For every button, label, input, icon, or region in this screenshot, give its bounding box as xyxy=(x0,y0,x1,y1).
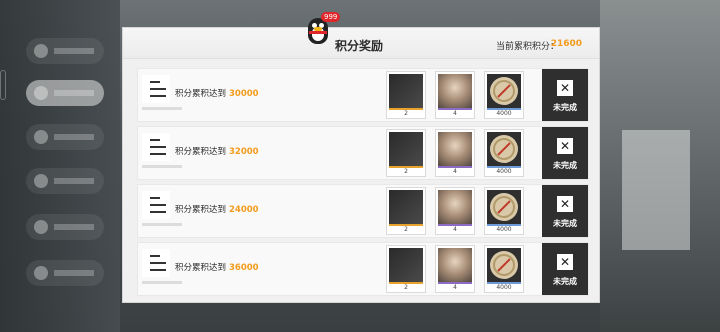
reward-count: 4 xyxy=(453,168,457,175)
close-icon: ✕ xyxy=(557,138,573,154)
status-label: 未完成 xyxy=(553,161,577,170)
reward-count: 2 xyxy=(404,284,408,291)
reward-item-pen[interactable]: 2 xyxy=(386,187,426,235)
reward-count: 2 xyxy=(404,110,408,117)
close-icon: ✕ xyxy=(557,80,573,96)
reward-count: 4000 xyxy=(496,168,512,175)
row-decoration xyxy=(142,165,182,168)
reward-count: 2 xyxy=(404,168,408,175)
row-label: 积分累积达到 32000 xyxy=(175,147,259,157)
background-menu-item xyxy=(26,260,104,286)
points-reward-panel: 积分奖励 当前累积积分： 21600 积分累积达到 30000 2 4 4000 … xyxy=(122,27,600,303)
background-menu-item xyxy=(26,168,104,194)
reward-count: 4 xyxy=(453,226,457,233)
reward-item-coin[interactable]: 4000 xyxy=(484,245,524,293)
score-value: 21600 xyxy=(550,39,582,49)
background-menu-item xyxy=(26,214,104,240)
reward-count: 4 xyxy=(453,110,457,117)
reward-count: 4000 xyxy=(496,110,512,117)
row-target: 32000 xyxy=(229,147,259,157)
status-incomplete: ✕ 未完成 xyxy=(542,127,588,179)
reward-count: 4 xyxy=(453,284,457,291)
reward-item-coin[interactable]: 4000 xyxy=(484,71,524,119)
menu-lines-icon xyxy=(142,75,170,103)
reward-count: 2 xyxy=(404,226,408,233)
reward-item-character[interactable]: 4 xyxy=(435,129,475,177)
menu-lines-icon xyxy=(142,191,170,219)
status-label: 未完成 xyxy=(553,277,577,286)
reward-count: 4000 xyxy=(496,284,512,291)
background-menu-item xyxy=(26,124,104,150)
back-arrow-icon[interactable] xyxy=(0,70,6,100)
notification-badge: 999 xyxy=(321,12,341,22)
row-decoration xyxy=(142,107,182,110)
panel-header: 积分奖励 当前累积积分： 21600 xyxy=(123,28,599,59)
row-target: 30000 xyxy=(229,89,259,99)
reward-item-pen[interactable]: 2 xyxy=(386,129,426,177)
status-label: 未完成 xyxy=(553,219,577,228)
row-decoration xyxy=(142,223,182,226)
panel-title: 积分奖励 xyxy=(335,39,384,53)
reward-count: 4000 xyxy=(496,226,512,233)
close-icon: ✕ xyxy=(557,196,573,212)
pen-icon xyxy=(389,248,423,282)
pen-icon xyxy=(389,132,423,166)
reward-row: 积分累积达到 24000 2 4 4000 ✕ 未完成 xyxy=(137,184,589,238)
row-label: 积分累积达到 30000 xyxy=(175,89,259,99)
character-portrait-icon xyxy=(438,74,472,108)
pen-icon xyxy=(389,74,423,108)
pen-icon xyxy=(389,190,423,224)
reward-item-character[interactable]: 4 xyxy=(435,187,475,235)
reward-row: 积分累积达到 32000 2 4 4000 ✕ 未完成 xyxy=(137,126,589,180)
status-incomplete: ✕ 未完成 xyxy=(542,243,588,295)
reward-item-coin[interactable]: 4000 xyxy=(484,129,524,177)
reward-item-pen[interactable]: 2 xyxy=(386,71,426,119)
menu-lines-icon xyxy=(142,133,170,161)
status-incomplete: ✕ 未完成 xyxy=(542,69,588,121)
reward-row: 积分累积达到 36000 2 4 4000 ✕ 未完成 xyxy=(137,242,589,296)
close-icon: ✕ xyxy=(557,254,573,270)
coin-icon xyxy=(487,132,521,166)
character-portrait-icon xyxy=(438,248,472,282)
row-target: 36000 xyxy=(229,263,259,273)
reward-row: 积分累积达到 30000 2 4 4000 ✕ 未完成 xyxy=(137,68,589,122)
coin-icon xyxy=(487,248,521,282)
character-portrait-icon xyxy=(438,132,472,166)
background-menu-item xyxy=(26,80,104,106)
coin-icon xyxy=(487,190,521,224)
row-label: 积分累积达到 24000 xyxy=(175,205,259,215)
coin-icon xyxy=(487,74,521,108)
status-label: 未完成 xyxy=(553,103,577,112)
reward-item-coin[interactable]: 4000 xyxy=(484,187,524,235)
row-target: 24000 xyxy=(229,205,259,215)
row-decoration xyxy=(142,281,182,284)
reward-item-pen[interactable]: 2 xyxy=(386,245,426,293)
background-menu-item xyxy=(26,38,104,64)
character-portrait-icon xyxy=(438,190,472,224)
reward-item-character[interactable]: 4 xyxy=(435,245,475,293)
row-label: 积分累积达到 36000 xyxy=(175,263,259,273)
background-card xyxy=(622,130,690,250)
score-label: 当前累积积分： xyxy=(495,42,559,52)
menu-lines-icon xyxy=(142,249,170,277)
status-incomplete: ✕ 未完成 xyxy=(542,185,588,237)
reward-item-character[interactable]: 4 xyxy=(435,71,475,119)
